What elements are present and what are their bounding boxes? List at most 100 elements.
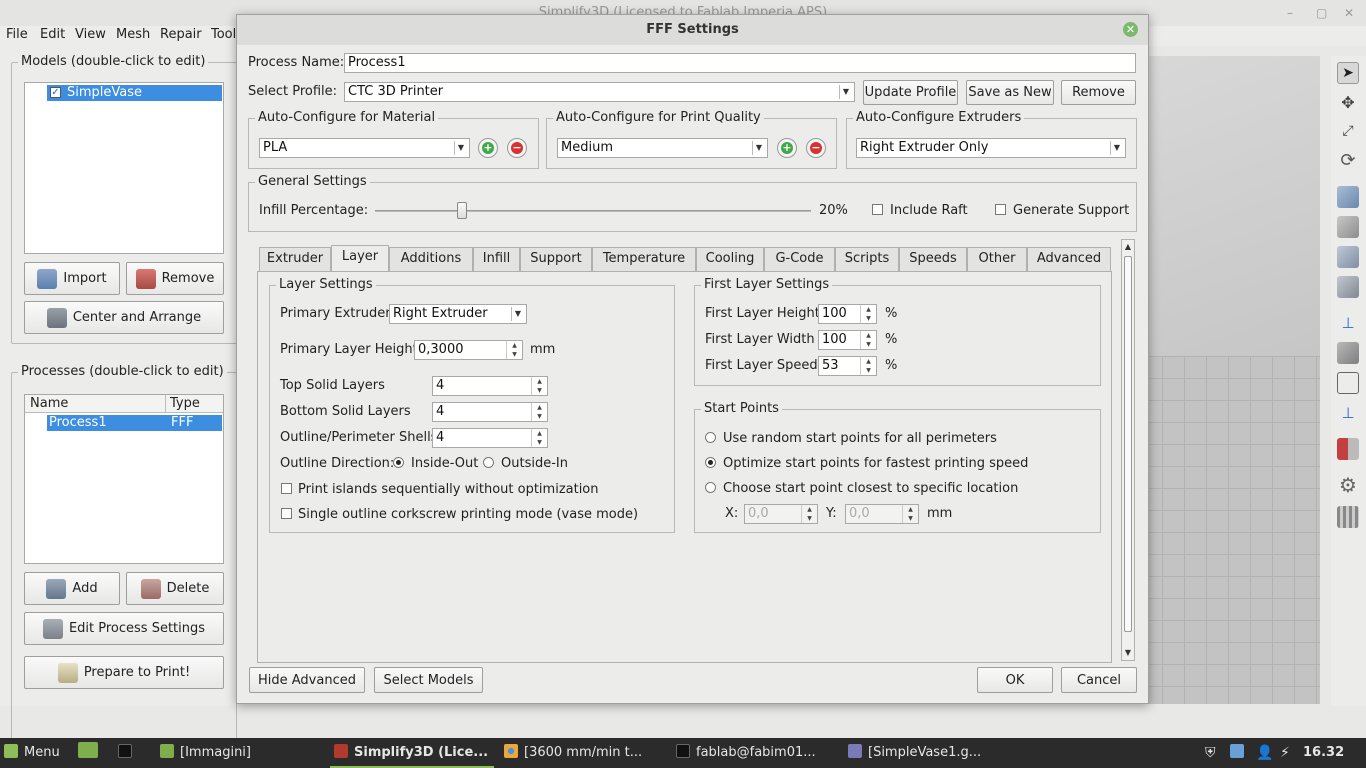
axes-icon[interactable]: ⊥ (1337, 312, 1359, 334)
tab-support[interactable]: Support (520, 247, 592, 271)
spin-buttons[interactable]: ▲ ▼ (531, 377, 547, 395)
dialog-titlebar[interactable]: FFF Settings (237, 15, 1148, 45)
wireframe-view-icon[interactable] (1337, 372, 1359, 394)
first-layer-speed-input[interactable]: 53 ▲ ▼ (818, 356, 877, 376)
dialog-close-icon[interactable]: ✕ (1123, 22, 1138, 37)
first-layer-width-input[interactable]: 100 ▲ ▼ (818, 330, 877, 350)
add-quality-button[interactable]: + (777, 138, 797, 158)
spin-buttons[interactable]: ▲ ▼ (506, 341, 522, 359)
prepare-to-print-button[interactable]: Prepare to Print! (24, 656, 224, 689)
spin-buttons[interactable]: ▲ ▼ (801, 505, 817, 523)
outline-shells-input[interactable]: 4 ▲ ▼ (432, 428, 548, 448)
task-text-editor[interactable]: [SimpleVase1.g... (848, 738, 1008, 768)
scroll-down-icon[interactable]: ▼ (1122, 646, 1134, 660)
user-icon[interactable]: 👤 (1256, 738, 1272, 768)
optimize-start-radio[interactable] (705, 457, 716, 468)
models-list[interactable]: ✓ SimpleVase (24, 82, 224, 254)
top-solid-layers-input[interactable]: 4 ▲ ▼ (432, 376, 548, 396)
center-arrange-button[interactable]: Center and Arrange (24, 301, 224, 334)
process-name-field[interactable]: Process1 (344, 53, 1136, 73)
close-window-icon[interactable]: ✕ (1344, 0, 1354, 26)
tab-layer[interactable]: Layer (331, 245, 389, 272)
scroll-thumb[interactable] (1124, 256, 1132, 632)
material-dropdown[interactable]: PLA ▼ (259, 138, 470, 158)
settings-scrollbar[interactable]: ▲ ▼ (1121, 239, 1135, 661)
quality-dropdown[interactable]: Medium ▼ (557, 138, 768, 158)
save-as-new-button[interactable]: Save as New (966, 80, 1054, 105)
terminal-launcher[interactable] (118, 738, 140, 768)
spin-buttons[interactable]: ▲ ▼ (860, 331, 876, 349)
generate-support-checkbox[interactable] (995, 204, 1006, 215)
scroll-up-icon[interactable]: ▲ (1122, 240, 1134, 254)
add-material-button[interactable]: + (478, 138, 498, 158)
spin-buttons[interactable]: ▲ ▼ (860, 357, 876, 375)
processes-list[interactable]: Name Type Process1 FFF (24, 394, 224, 564)
spin-buttons[interactable]: ▲ ▼ (531, 429, 547, 447)
scale-icon[interactable]: ⤢ (1337, 120, 1359, 142)
process-row[interactable]: Process1 FFF (47, 415, 222, 431)
menu-edit[interactable]: Edit (40, 26, 65, 44)
tab-gcode[interactable]: G-Code (764, 247, 835, 271)
menu-repair[interactable]: Repair (160, 26, 202, 44)
model-row[interactable]: ✓ SimpleVase (47, 85, 222, 101)
extruders-dropdown[interactable]: Right Extruder Only ▼ (856, 138, 1126, 158)
file-manager-launcher[interactable] (78, 738, 100, 768)
tab-infill[interactable]: Infill (473, 247, 520, 271)
tab-other[interactable]: Other (967, 247, 1027, 271)
start-x-input[interactable]: 0,0 ▲ ▼ (744, 504, 818, 524)
remove-model-button[interactable]: Remove (126, 262, 224, 295)
remove-quality-button[interactable]: − (806, 138, 826, 158)
inside-out-radio[interactable] (393, 457, 404, 468)
view-top-icon[interactable] (1337, 246, 1359, 268)
menu-tools[interactable]: Tool (211, 26, 236, 44)
column-name[interactable]: Name (30, 396, 68, 412)
menu-file[interactable]: File (6, 26, 28, 44)
select-profile-dropdown[interactable]: CTC 3D Printer ▼ (344, 82, 855, 102)
solid-view-icon[interactable] (1337, 342, 1359, 364)
menu-view[interactable]: View (75, 26, 106, 44)
normals-icon[interactable]: ⊥ (1337, 402, 1359, 424)
import-button[interactable]: Import (24, 262, 120, 295)
remove-profile-button[interactable]: Remove (1061, 80, 1136, 105)
add-process-button[interactable]: Add (24, 572, 120, 605)
task-simplify3d[interactable]: Simplify3D (Lice... (330, 738, 494, 768)
3d-viewport[interactable] (1140, 56, 1320, 704)
clock[interactable]: 16.32 (1303, 738, 1363, 768)
shield-icon[interactable]: ⛨ (1205, 738, 1221, 768)
view-default-icon[interactable] (1337, 186, 1359, 208)
remove-material-button[interactable]: − (507, 138, 527, 158)
tab-additions[interactable]: Additions (389, 247, 473, 271)
vase-mode-checkbox[interactable] (281, 508, 292, 519)
update-manager-icon[interactable] (1230, 738, 1248, 768)
model-checkbox[interactable]: ✓ (50, 87, 61, 98)
spin-buttons[interactable]: ▲ ▼ (531, 403, 547, 421)
bottom-solid-layers-input[interactable]: 4 ▲ ▼ (432, 402, 548, 422)
tab-scripts[interactable]: Scripts (835, 247, 899, 271)
start-y-input[interactable]: 0,0 ▲ ▼ (845, 504, 919, 524)
view-side-icon[interactable] (1337, 276, 1359, 298)
select-models-button[interactable]: Select Models (374, 667, 483, 693)
tab-advanced[interactable]: Advanced (1027, 247, 1111, 271)
closest-start-radio[interactable] (705, 482, 716, 493)
start-menu-button[interactable]: Menu (4, 738, 70, 768)
random-start-radio[interactable] (705, 432, 716, 443)
update-profile-button[interactable]: Update Profile (863, 80, 958, 105)
hide-advanced-button[interactable]: Hide Advanced (249, 667, 365, 693)
column-type[interactable]: Type (170, 396, 200, 412)
tab-extruder[interactable]: Extruder (259, 247, 331, 271)
edit-process-settings-button[interactable]: Edit Process Settings (24, 612, 224, 645)
include-raft-checkbox[interactable] (872, 204, 883, 215)
rotate-icon[interactable]: ⟳ (1337, 150, 1359, 172)
spin-buttons[interactable]: ▲ ▼ (860, 305, 876, 323)
task-terminal[interactable]: fablab@fabim01... (676, 738, 836, 768)
delete-process-button[interactable]: Delete (126, 572, 224, 605)
task-browser[interactable]: [3600 mm/min t... (504, 738, 666, 768)
primary-extruder-dropdown[interactable]: Right Extruder ▼ (389, 304, 527, 324)
maximize-icon[interactable]: ▢ (1316, 0, 1327, 26)
cancel-button[interactable]: Cancel (1061, 667, 1137, 693)
gear-icon[interactable]: ⚙ (1337, 474, 1359, 496)
move-icon[interactable]: ✥ (1337, 92, 1359, 114)
tab-cooling[interactable]: Cooling (696, 247, 764, 271)
view-front-icon[interactable] (1337, 216, 1359, 238)
network-icon[interactable]: ⚡ (1280, 738, 1296, 768)
